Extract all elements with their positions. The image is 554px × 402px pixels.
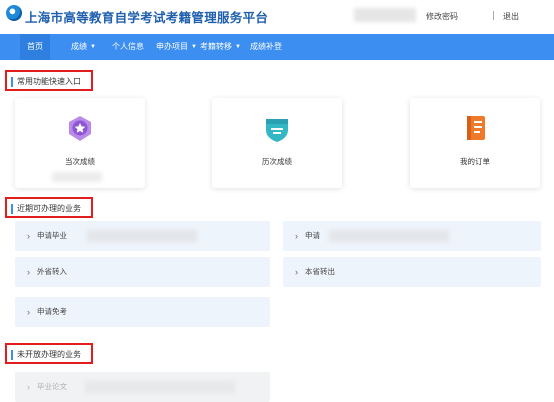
quick-card-history-scores[interactable]: 历次成绩 bbox=[212, 98, 342, 188]
chevron-right-icon: › bbox=[295, 231, 298, 241]
section-title: 常用功能快速入口 bbox=[17, 77, 81, 86]
main-nav: 首页 成绩 ▼ 个人信息 申办项目 ▼ 考籍转移 ▼ 成绩补登 bbox=[0, 34, 554, 60]
top-header: 上海市高等教育自学考试考籍管理服务平台 修改密码 退出 bbox=[0, 0, 554, 34]
redacted-text bbox=[87, 230, 197, 242]
change-password-link[interactable]: 修改密码 bbox=[426, 11, 458, 22]
nav-label: 申办项目 bbox=[156, 42, 188, 51]
order-book-icon bbox=[467, 116, 485, 140]
site-logo-icon bbox=[6, 5, 22, 21]
nav-label: 个人信息 bbox=[112, 42, 144, 51]
nav-item-record-transfer[interactable]: 考籍转移 ▼ bbox=[192, 34, 249, 60]
section-heading-quick-entry: 常用功能快速入口 bbox=[5, 70, 93, 91]
chevron-down-icon: ▼ bbox=[235, 44, 241, 50]
redacted-text bbox=[85, 381, 235, 393]
redacted-text bbox=[52, 172, 102, 182]
nav-label: 成绩补登 bbox=[250, 42, 282, 51]
logout-link[interactable]: 退出 bbox=[503, 11, 519, 22]
business-label: 外省转入 bbox=[37, 267, 67, 276]
site-title: 上海市高等教育自学考试考籍管理服务平台 bbox=[25, 11, 269, 25]
card-label: 历次成绩 bbox=[262, 157, 292, 166]
section-title: 未开放办理的业务 bbox=[17, 350, 81, 359]
business-item-apply-graduation[interactable]: › 申请毕业 bbox=[15, 221, 270, 251]
nav-item-home[interactable]: 首页 bbox=[20, 34, 50, 60]
business-item-thesis: › 毕业论文 bbox=[15, 372, 270, 402]
section-title: 近期可办理的业务 bbox=[17, 204, 81, 213]
business-label: 申请免考 bbox=[37, 307, 67, 316]
redacted-text bbox=[329, 230, 449, 242]
section-heading-unopened-business: 未开放办理的业务 bbox=[5, 343, 93, 364]
heading-accent-bar bbox=[11, 350, 13, 360]
chevron-right-icon: › bbox=[27, 382, 30, 392]
heading-accent-bar bbox=[11, 77, 13, 87]
chevron-right-icon: › bbox=[295, 267, 298, 277]
card-label: 当次成绩 bbox=[65, 157, 95, 166]
user-name-redacted bbox=[354, 8, 416, 22]
business-item-apply[interactable]: › 申请 bbox=[283, 221, 541, 251]
business-label: 本省转出 bbox=[305, 267, 335, 276]
chevron-down-icon: ▼ bbox=[90, 44, 96, 50]
nav-label: 考籍转移 bbox=[200, 42, 232, 51]
header-divider bbox=[493, 11, 494, 20]
business-label: 毕业论文 bbox=[37, 382, 67, 391]
chevron-right-icon: › bbox=[27, 307, 30, 317]
chevron-right-icon: › bbox=[27, 231, 30, 241]
nav-item-score-supplement[interactable]: 成绩补登 bbox=[242, 34, 290, 60]
nav-label: 成绩 bbox=[71, 42, 87, 51]
heading-accent-bar bbox=[11, 204, 13, 214]
chevron-right-icon: › bbox=[27, 267, 30, 277]
nav-item-scores[interactable]: 成绩 ▼ bbox=[63, 34, 104, 60]
quick-card-my-orders[interactable]: 我的订单 bbox=[410, 98, 540, 188]
business-item-transfer-in[interactable]: › 外省转入 bbox=[15, 257, 270, 287]
business-label: 申请毕业 bbox=[37, 231, 67, 240]
business-item-transfer-out[interactable]: › 本省转出 bbox=[283, 257, 541, 287]
business-label: 申请 bbox=[305, 231, 320, 240]
nav-label: 首页 bbox=[27, 42, 43, 51]
shield-icon bbox=[266, 119, 288, 142]
medal-icon bbox=[69, 116, 91, 141]
card-label: 我的订单 bbox=[460, 157, 490, 166]
business-item-apply-exemption[interactable]: › 申请免考 bbox=[15, 297, 270, 327]
nav-item-personal-info[interactable]: 个人信息 bbox=[104, 34, 152, 60]
section-heading-recent-business: 近期可办理的业务 bbox=[5, 197, 93, 218]
